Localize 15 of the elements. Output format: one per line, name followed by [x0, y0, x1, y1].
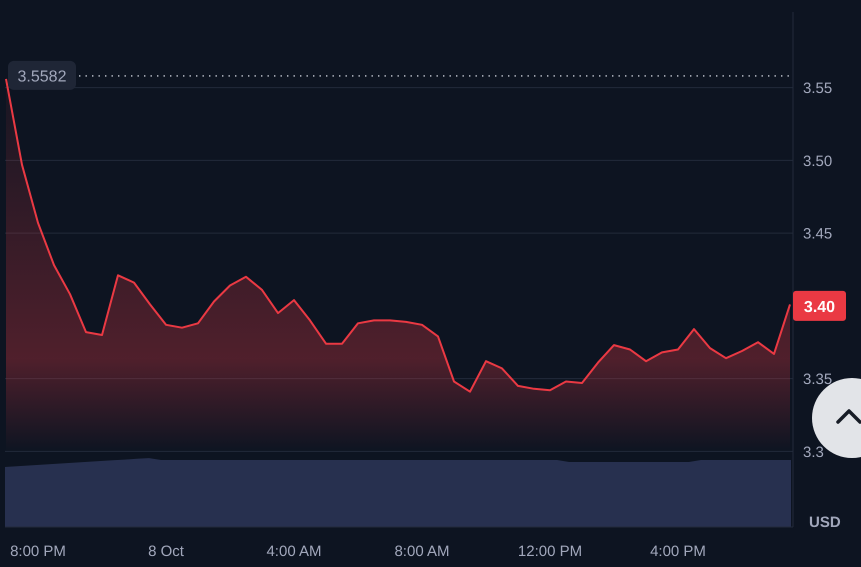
axis-label: 3.55: [803, 80, 832, 98]
axis-label: 8 Oct: [148, 543, 184, 560]
axis-label: 3.35: [803, 371, 832, 388]
axis-label: 4:00 AM: [266, 543, 322, 560]
axis-label: 3.45: [803, 226, 832, 243]
axis-label: 8:00 PM: [10, 543, 66, 560]
axis-label: 4:00 PM: [650, 543, 706, 560]
last-price-tag: 3.40: [793, 290, 846, 321]
chevron-up-icon: [836, 408, 861, 424]
axis-label: 8:00 AM: [394, 543, 450, 560]
axis-label: 3.50: [803, 152, 832, 170]
axis-label: 12:00 PM: [518, 543, 582, 560]
currency-label: USD: [809, 514, 841, 531]
axis-label: 3.3: [803, 444, 824, 461]
open-price-tag: 3.5582: [8, 60, 76, 90]
